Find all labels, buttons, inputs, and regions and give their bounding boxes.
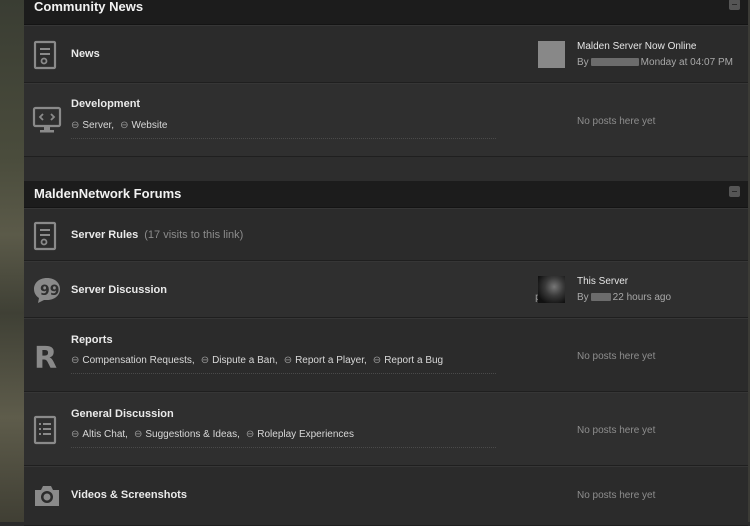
divider [71,447,496,448]
camera-icon [32,483,60,511]
collapse-icon[interactable] [729,0,740,10]
last-post-title[interactable]: This Server [577,276,628,287]
subforum-link[interactable]: Altis Chat, [71,429,128,440]
document-icon [32,40,60,70]
subforum-link[interactable]: Compensation Requests, [71,355,195,366]
forum-node-development: Development Server, Website No posts here… [24,83,748,157]
monitor-code-icon [32,106,62,134]
last-post-time[interactable]: Monday at 04:07 PM [641,57,733,68]
subforum-list: Compensation Requests, Dispute a Ban, Repo… [71,355,449,366]
subforum-list: Altis Chat, Suggestions & Ideas, Roleplay … [71,429,360,440]
category-title[interactable]: Community News [34,0,143,14]
letter-r-icon: R [32,341,60,376]
forum-node-server-rules: Server Rules (17 visits to this link) [24,208,748,261]
subforum-link[interactable]: Roleplay Experiences [246,429,354,440]
forum-title-videos-screenshots[interactable]: Videos & Screenshots [71,489,187,501]
background-scenery [0,0,24,522]
subforum-link[interactable]: Report a Bug [373,355,443,366]
avatar[interactable] [538,276,565,303]
subforum-link[interactable]: Dispute a Ban, [201,355,278,366]
last-post-time[interactable]: 22 hours ago [613,292,671,303]
svg-text:99: 99 [40,283,59,299]
svg-text:R: R [34,341,57,371]
forum-node-general-discussion: General Discussion Altis Chat, Suggestion… [24,392,748,466]
no-posts-text: No posts here yet [577,116,656,127]
forum-title-server-discussion[interactable]: Server Discussion [71,284,167,296]
no-posts-text: No posts here yet [577,490,656,501]
forum-title-news[interactable]: News [71,48,100,60]
forum-title-reports[interactable]: Reports [71,334,113,346]
forum-title-general-discussion[interactable]: General Discussion [71,408,174,420]
forum-title-development[interactable]: Development [71,98,140,110]
link-visits: (17 visits to this link) [144,229,244,241]
category-title[interactable]: MaldenNetwork Forums [34,186,181,201]
last-post-title[interactable]: Malden Server Now Online [577,41,697,52]
category-header-community-news: Community News [24,0,748,25]
redacted-username [590,293,611,302]
forum-node-server-discussion: 99 Server Discussion 3 posts This Server… [24,261,748,318]
redacted-username [590,58,639,67]
last-post-meta: By 22 hours ago [577,292,671,303]
avatar[interactable] [538,41,565,68]
subforum-link[interactable]: Suggestions & Ideas, [134,429,240,440]
subforum-link[interactable]: Website [120,120,167,131]
no-posts-text: No posts here yet [577,425,656,436]
no-posts-text: No posts here yet [577,351,656,362]
document-icon [32,221,60,251]
link-title[interactable]: Server Rules [71,229,138,241]
last-post-meta: By Monday at 04:07 PM [577,57,733,68]
forum-title-server-rules: Server Rules (17 visits to this link) [71,229,243,241]
subforum-link[interactable]: Server, [71,120,114,131]
forum-list: Community News News 1 post Malden Server… [24,0,748,526]
category-header-maldennetwork-forums: MaldenNetwork Forums [24,181,748,208]
collapse-icon[interactable] [729,186,740,197]
forum-node-reports: R Reports Compensation Requests, Dispute … [24,318,748,392]
last-post-by: By [577,57,589,68]
forum-node-news: News 1 post Malden Server Now Online ByM… [24,25,748,83]
divider [71,373,496,374]
speech-bubble-icon: 99 [32,276,60,304]
list-icon [32,415,60,445]
last-post-by: By [577,292,589,303]
subforum-list: Server, Website [71,120,173,131]
divider [71,138,496,139]
subforum-link[interactable]: Report a Player, [284,355,367,366]
category-spacer [24,157,748,181]
forum-node-videos-screenshots: Videos & Screenshots No posts here yet [24,466,748,526]
